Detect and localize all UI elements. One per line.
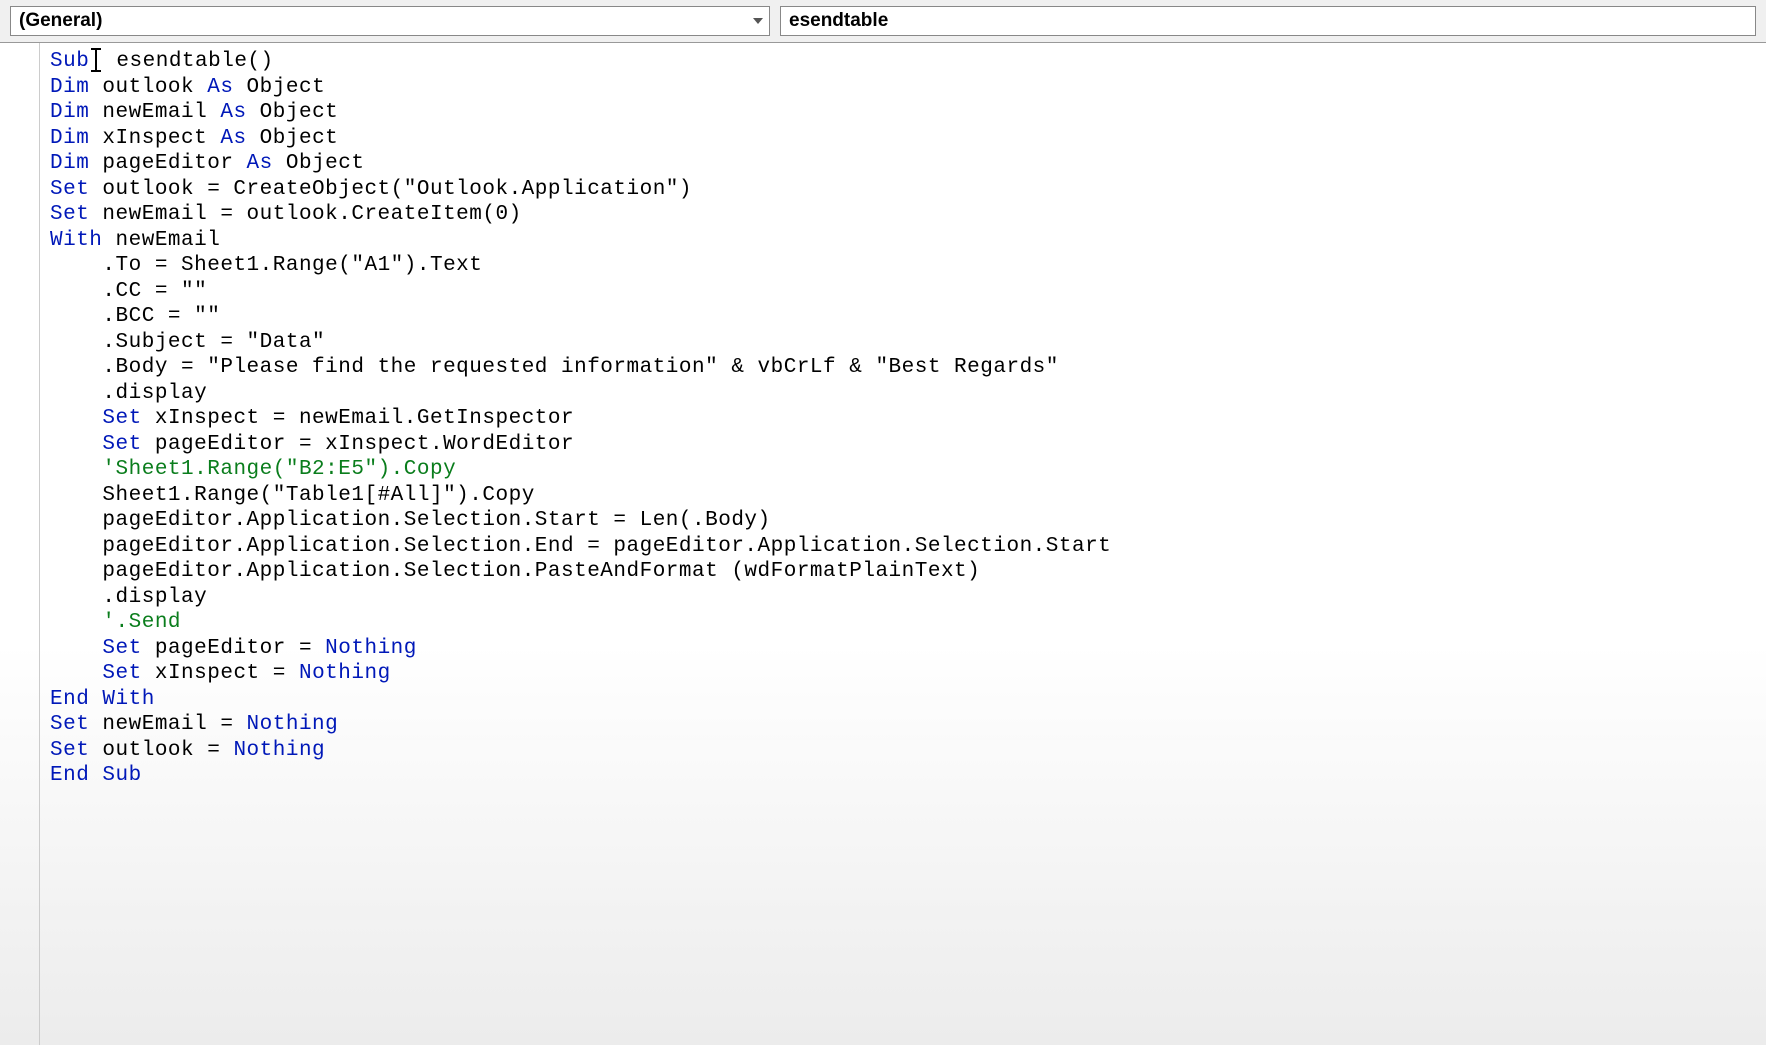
comment-token: '.Send: [102, 611, 181, 634]
keyword-token: Set: [50, 203, 89, 226]
code-line[interactable]: .display: [50, 381, 1766, 407]
keyword-token: Dim: [50, 127, 89, 150]
text-token: outlook = CreateObject("Outlook.Applicat…: [89, 178, 692, 201]
text-token: Object: [247, 127, 339, 150]
code-line[interactable]: End With: [50, 687, 1766, 713]
text-token: .BCC = "": [102, 305, 220, 328]
text-token: xInspect =: [142, 662, 299, 685]
code-line[interactable]: .BCC = "": [50, 304, 1766, 330]
keyword-token: Set: [102, 637, 141, 660]
code-line[interactable]: Sub esendtable(): [50, 49, 1766, 75]
code-line[interactable]: Set xInspect = newEmail.GetInspector: [50, 406, 1766, 432]
code-line[interactable]: Set outlook = CreateObject("Outlook.Appl…: [50, 177, 1766, 203]
text-token: newEmail = outlook.CreateItem(0): [89, 203, 521, 226]
text-token: Object: [247, 101, 339, 124]
code-line[interactable]: Dim xInspect As Object: [50, 126, 1766, 152]
code-line[interactable]: With newEmail: [50, 228, 1766, 254]
keyword-token: End Sub: [50, 764, 142, 787]
text-token: .display: [102, 382, 207, 405]
code-line[interactable]: .To = Sheet1.Range("A1").Text: [50, 253, 1766, 279]
code-line[interactable]: Dim newEmail As Object: [50, 100, 1766, 126]
keyword-token: Nothing: [299, 662, 391, 685]
text-token: pageEditor: [89, 152, 246, 175]
comment-token: 'Sheet1.Range("B2:E5").Copy: [102, 458, 456, 481]
keyword-token: As: [207, 76, 233, 99]
code-line[interactable]: Dim pageEditor As Object: [50, 151, 1766, 177]
keyword-token: Set: [102, 433, 141, 456]
keyword-token: As: [220, 101, 246, 124]
text-token: newEmail =: [89, 713, 246, 736]
code-line[interactable]: .display: [50, 585, 1766, 611]
code-line[interactable]: Sheet1.Range("Table1[#All]").Copy: [50, 483, 1766, 509]
code-editor[interactable]: Sub esendtable()Dim outlook As ObjectDim…: [40, 43, 1766, 1045]
keyword-token: Set: [50, 178, 89, 201]
keyword-token: Sub: [50, 50, 89, 73]
code-line[interactable]: pageEditor.Application.Selection.PasteAn…: [50, 559, 1766, 585]
procedure-dropdown-label: esendtable: [789, 10, 888, 32]
text-token: newEmail: [102, 229, 220, 252]
object-dropdown-label: (General): [19, 10, 102, 32]
text-token: outlook =: [89, 739, 233, 762]
text-token: pageEditor.Application.Selection.PasteAn…: [102, 560, 980, 583]
keyword-token: End With: [50, 688, 155, 711]
text-token: .Subject = "Data": [102, 331, 325, 354]
text-token: .To = Sheet1.Range("A1").Text: [102, 254, 482, 277]
code-line[interactable]: End Sub: [50, 763, 1766, 789]
keyword-token: As: [247, 152, 273, 175]
keyword-token: Set: [50, 739, 89, 762]
text-token: Object: [273, 152, 365, 175]
keyword-token: Dim: [50, 101, 89, 124]
code-line[interactable]: pageEditor.Application.Selection.Start =…: [50, 508, 1766, 534]
keyword-token: Nothing: [325, 637, 417, 660]
keyword-token: Set: [50, 713, 89, 736]
text-token: newEmail: [89, 101, 220, 124]
code-line[interactable]: .Subject = "Data": [50, 330, 1766, 356]
text-token: .CC = "": [102, 280, 207, 303]
keyword-token: Dim: [50, 76, 89, 99]
text-token: Object: [233, 76, 325, 99]
code-line[interactable]: '.Send: [50, 610, 1766, 636]
text-token: Sheet1.Range("Table1[#All]").Copy: [102, 484, 534, 507]
code-line[interactable]: Dim outlook As Object: [50, 75, 1766, 101]
keyword-token: As: [220, 127, 246, 150]
text-token: .Body = "Please find the requested infor…: [102, 356, 1058, 379]
text-token: pageEditor.Application.Selection.Start =…: [102, 509, 770, 532]
code-line[interactable]: Set newEmail = Nothing: [50, 712, 1766, 738]
dropdown-bar: (General) esendtable: [0, 0, 1766, 43]
code-line[interactable]: pageEditor.Application.Selection.End = p…: [50, 534, 1766, 560]
code-line[interactable]: .CC = "": [50, 279, 1766, 305]
chevron-down-icon: [753, 18, 763, 24]
keyword-token: Set: [102, 407, 141, 430]
object-dropdown[interactable]: (General): [10, 6, 770, 36]
editor-container: Sub esendtable()Dim outlook As ObjectDim…: [0, 43, 1766, 1045]
margin-indicator-bar[interactable]: [0, 43, 40, 1045]
procedure-dropdown[interactable]: esendtable: [780, 6, 1756, 36]
code-line[interactable]: Set outlook = Nothing: [50, 738, 1766, 764]
text-token: outlook: [89, 76, 207, 99]
text-token: esendtable(): [103, 50, 273, 73]
code-line[interactable]: Set xInspect = Nothing: [50, 661, 1766, 687]
keyword-token: With: [50, 229, 102, 252]
code-line[interactable]: 'Sheet1.Range("B2:E5").Copy: [50, 457, 1766, 483]
code-line[interactable]: .Body = "Please find the requested infor…: [50, 355, 1766, 381]
text-token: xInspect = newEmail.GetInspector: [142, 407, 574, 430]
keyword-token: Dim: [50, 152, 89, 175]
code-line[interactable]: Set pageEditor = Nothing: [50, 636, 1766, 662]
code-line[interactable]: Set newEmail = outlook.CreateItem(0): [50, 202, 1766, 228]
keyword-token: Set: [102, 662, 141, 685]
code-line[interactable]: Set pageEditor = xInspect.WordEditor: [50, 432, 1766, 458]
text-token: .display: [102, 586, 207, 609]
text-cursor-icon: [89, 49, 103, 71]
text-token: pageEditor = xInspect.WordEditor: [142, 433, 574, 456]
keyword-token: Nothing: [247, 713, 339, 736]
text-token: pageEditor =: [142, 637, 325, 660]
text-token: xInspect: [89, 127, 220, 150]
text-token: pageEditor.Application.Selection.End = p…: [102, 535, 1111, 558]
keyword-token: Nothing: [233, 739, 325, 762]
